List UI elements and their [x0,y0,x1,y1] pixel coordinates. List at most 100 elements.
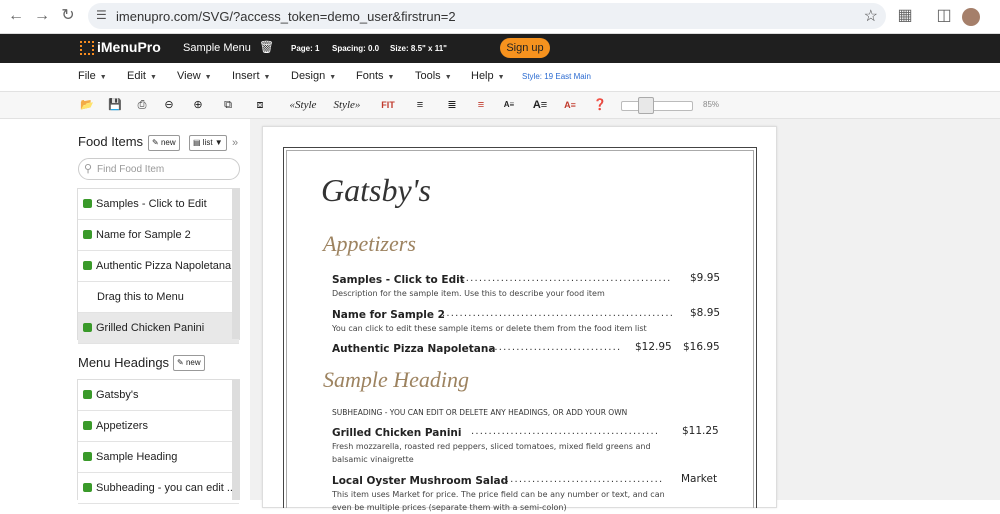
list-item[interactable]: Sample Heading [78,442,239,473]
back-icon[interactable]: ← [6,6,26,26]
list-item[interactable]: Subheading - you can edit ... [78,473,239,504]
chevron-down-icon: ▼ [497,74,505,81]
new-heading-button[interactable]: ✎ new [173,355,205,371]
list-item[interactable]: Samples - Click to Edit [78,189,239,220]
reload-icon[interactable]: ↻ [58,6,78,26]
list-item[interactable]: Drag this to Menu [78,282,239,313]
list-item[interactable]: Authentic Pizza Napoletana [78,251,239,282]
list-item[interactable]: Grilled Chicken Panini [78,313,239,344]
menu-edit[interactable]: Edit ▼ [127,70,157,82]
font-size-large-icon[interactable]: A≡ [532,97,548,113]
list-icon[interactable]: ≡ [412,97,428,113]
menu-view[interactable]: View ▼ [177,70,212,82]
item-price: Market [681,473,718,485]
copy-page-icon[interactable]: ⧉ [221,97,235,113]
site-info-icon[interactable]: ☰ [96,8,107,22]
forward-icon[interactable]: → [32,6,52,26]
numbered-list-icon[interactable]: ≣ [444,97,460,113]
drag-icon [83,421,92,430]
menu-item[interactable]: Grilled Chicken Panini .................… [332,425,719,466]
trash-icon[interactable]: 🗑 [259,40,274,54]
extensions-icon[interactable]: ▦ [895,6,915,26]
section-heading[interactable]: Appetizers [323,231,416,257]
food-search-input[interactable]: ⚲ Find Food Item [78,158,240,180]
menu-help[interactable]: Help ▼ [471,70,505,82]
list-view-button[interactable]: ▤ list ▼ [189,135,227,151]
zoom-slider-handle[interactable] [638,97,654,114]
font-size-small-icon[interactable]: A≡ [502,97,516,113]
scrollbar[interactable] [232,189,239,339]
menu-tools[interactable]: Tools ▼ [415,70,452,82]
menu-page[interactable]: Gatsby's Appetizers Samples - Click to E… [262,126,777,512]
section-heading[interactable]: Sample Heading [323,367,469,393]
save-icon[interactable]: 💾 [108,97,122,113]
style-prev-button[interactable]: «Style [287,97,319,113]
drag-icon [83,261,92,270]
chevron-down-icon: ▼ [149,74,157,81]
item-description: Description for the sample item. Use thi… [332,289,605,298]
font-color-icon[interactable]: A≡ [563,97,577,113]
scrollbar[interactable] [232,380,239,500]
menu-item[interactable]: Samples - Click to Edit ................… [332,272,720,300]
drag-icon [83,483,92,492]
profile-avatar[interactable] [962,8,980,26]
collapse-chevron-icon[interactable]: » [232,137,238,149]
menu-fonts[interactable]: Fonts ▼ [356,70,394,82]
style-link[interactable]: Style: 19 East Main [522,72,591,81]
item-price: $11.25 [682,425,719,437]
zoom-out-icon[interactable]: ⊖ [162,97,176,113]
list-item[interactable]: Appetizers [78,411,239,442]
style-next-button[interactable]: Style» [331,97,363,113]
menu-item[interactable]: Name for Sample 2 ......................… [332,307,720,335]
list-item[interactable]: Name for Sample 2 [78,220,239,251]
duplicate-icon[interactable]: ⧈ [253,97,267,113]
list-item-label: Subheading - you can edit ... [96,482,237,494]
food-items-list[interactable]: Samples - Click to Edit Name for Sample … [77,188,240,344]
zoom-in-icon[interactable]: ⊕ [191,97,205,113]
app-logo[interactable]: iMenuPro [80,39,161,55]
list-item-label: Samples - Click to Edit [96,198,207,210]
spacing-indicator: Spacing: 0.0 [332,44,380,53]
menu-name[interactable]: Sample Menu [183,42,251,54]
menubar: File ▼ Edit ▼ View ▼ Insert ▼ Design ▼ Fonts ▼… [0,63,1000,92]
list-item[interactable]: Gatsby's [78,380,239,411]
list-item-label: Drag this to Menu [97,291,184,303]
item-name: Local Oyster Mushroom Salad [332,475,509,487]
fit-button[interactable]: FIT [379,97,397,113]
menu-insert[interactable]: Insert ▼ [232,70,270,82]
spacing-icon[interactable]: ≡ [474,97,488,113]
menu-design[interactable]: Design ▼ [291,70,336,82]
menu-title[interactable]: Gatsby's [321,172,431,209]
app-header: iMenuPro Sample Menu 🗑 Page: 1 Spacing: … [0,34,1000,63]
print-icon[interactable]: ⎙ [135,97,149,113]
drag-icon [83,323,92,332]
item-name: Name for Sample 2 [332,309,445,321]
new-food-item-button[interactable]: ✎ new [148,135,180,151]
chevron-down-icon: ▼ [387,74,395,81]
menu-file-label: File [78,70,96,82]
address-bar[interactable]: ☰ imenupro.com/SVG/?access_token=demo_us… [88,3,886,29]
open-folder-icon[interactable]: 📂 [80,97,94,113]
search-placeholder: Find Food Item [97,164,165,175]
zoom-slider[interactable] [621,101,693,111]
signup-button[interactable]: Sign up [500,38,550,58]
menu-view-label: View [177,70,201,82]
drag-icon [83,452,92,461]
leader-dots: .............................. [490,342,622,353]
sidepanel-icon[interactable]: ◫ [934,6,954,26]
edit-icon: ✎ [177,358,186,367]
headings-list[interactable]: Gatsby's Appetizers Sample Heading Subhe… [77,379,240,504]
chevron-down-icon: ▼ [99,74,107,81]
size-indicator: Size: 8.5" x 11" [390,44,447,53]
food-items-title: Food Items [78,134,144,149]
menu-file[interactable]: File ▼ [78,70,107,82]
toolbar: 📂 💾 ⎙ ⊖ ⊕ ⧉ ⧈ «Style Style» FIT ≡ ≣ ≡ A≡… [0,92,1000,119]
menu-item[interactable]: Local Oyster Mushroom Salad ............… [332,473,718,514]
help-icon[interactable]: ❓ [593,97,607,113]
bookmark-star-icon[interactable]: ☆ [864,6,878,26]
subheading[interactable]: SUBHEADING - YOU CAN EDIT OR DELETE ANY … [332,408,627,417]
chevron-down-icon: ▼ [204,74,212,81]
page-indicator: Page: 1 [291,44,320,53]
new-label: new [185,358,201,367]
menu-item[interactable]: Authentic Pizza Napoletana .............… [332,341,720,355]
